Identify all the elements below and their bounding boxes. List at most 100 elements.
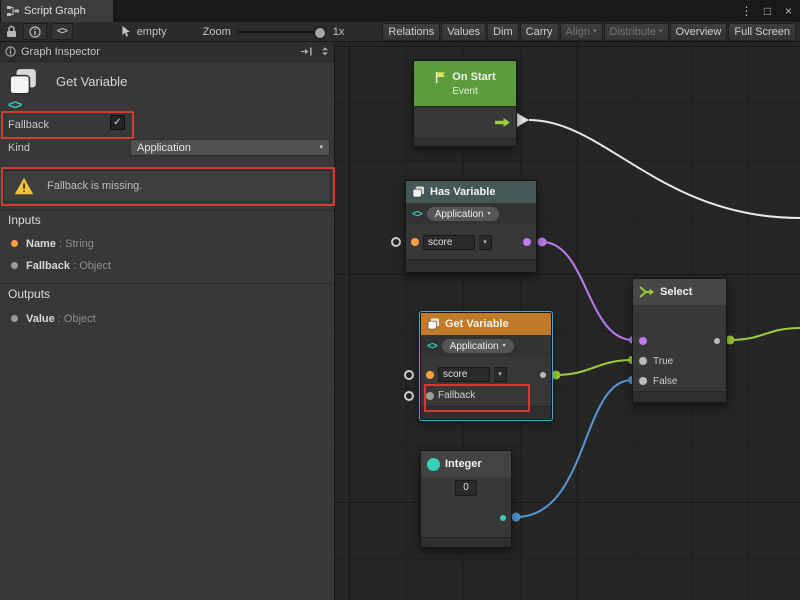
- input-port-row: Fallback : Object: [11, 256, 111, 274]
- carry-button[interactable]: Carry: [520, 23, 559, 41]
- unity-script-graph-window: Script Graph ⋮ □ × <>: [0, 0, 800, 600]
- tab-script-graph[interactable]: Script Graph: [1, 0, 113, 22]
- variable-name-field[interactable]: score: [438, 367, 490, 382]
- name-port-dot[interactable]: [426, 371, 434, 379]
- true-port-dot[interactable]: [639, 357, 647, 365]
- port-type: String: [65, 238, 94, 250]
- integer-output-port[interactable]: [512, 513, 521, 522]
- window-menu-icon[interactable]: ⋮: [739, 4, 754, 18]
- getvariable-fallback-input-ring[interactable]: [405, 392, 413, 400]
- port-type: Object: [64, 313, 96, 325]
- node-port-rows: score ▾ Fallback: [421, 357, 551, 406]
- relations-button[interactable]: Relations: [382, 23, 440, 41]
- distribute-dropdown-button[interactable]: Distribute▾: [604, 23, 669, 41]
- selection-status: empty: [121, 25, 167, 38]
- wire-getvariable-to-select-true[interactable]: [556, 360, 632, 375]
- port-name: Value: [26, 313, 55, 325]
- graph-canvas[interactable]: On Start Event Has Variable <>: [335, 42, 800, 600]
- node-body: [414, 106, 516, 138]
- node-header: Select: [633, 279, 726, 305]
- zoom-slider[interactable]: [238, 26, 326, 38]
- node-port-row: False: [633, 371, 726, 391]
- hasvariable-output-port[interactable]: [538, 238, 547, 247]
- node-integer[interactable]: Integer 0: [420, 450, 512, 548]
- inspect-toggle-button[interactable]: [23, 23, 47, 40]
- hasvariable-name-input-ring[interactable]: [392, 238, 400, 246]
- wire-onstart-out[interactable]: [529, 120, 800, 218]
- select-icon: [639, 286, 655, 298]
- script-graph-icon: [7, 5, 19, 17]
- outputs-section-header: Outputs: [8, 287, 50, 301]
- node-header: Get Variable: [421, 313, 551, 335]
- lock-button[interactable]: [4, 25, 19, 38]
- wire-hasvariable-to-select[interactable]: [542, 242, 633, 340]
- true-port-label: True: [653, 356, 673, 367]
- variable-name-dropdown[interactable]: ▾: [494, 367, 507, 382]
- variable-name-field[interactable]: score: [423, 235, 475, 250]
- selection-port-dot[interactable]: [714, 338, 720, 344]
- name-port-dot[interactable]: [411, 238, 419, 246]
- result-port-dot[interactable]: [523, 238, 531, 246]
- info-icon: [5, 46, 16, 57]
- fallback-port-dot[interactable]: [426, 392, 434, 400]
- graph-toolbar: <> empty Zoom 1x Relations Values Dim Ca…: [0, 22, 800, 42]
- node-title: On Start: [452, 71, 495, 83]
- onstart-trigger-port[interactable]: [517, 113, 529, 127]
- value-port-dot[interactable]: [540, 372, 546, 378]
- lock-icon: [6, 25, 17, 38]
- variable-name-dropdown[interactable]: ▾: [479, 235, 492, 250]
- node-get-variable[interactable]: Get Variable <> Application ▾ score ▾: [420, 312, 552, 420]
- getvariable-value-port[interactable]: [552, 371, 561, 380]
- trigger-arrow-icon: [494, 117, 511, 128]
- variable-node-icon: <>: [8, 68, 48, 112]
- integer-value-field[interactable]: 0: [455, 480, 477, 496]
- node-port-row: score ▾: [421, 364, 551, 385]
- node-body: [421, 499, 511, 537]
- output-port-row: Value : Object: [11, 309, 96, 327]
- variables-stack-icon: [427, 318, 440, 330]
- getvariable-name-input-ring[interactable]: [405, 371, 413, 379]
- node-port-row: True: [633, 351, 726, 371]
- false-port-dot[interactable]: [639, 377, 647, 385]
- chevron-down-icon: ▾: [319, 144, 323, 151]
- fallback-checkbox[interactable]: ✓: [110, 115, 125, 130]
- node-on-start[interactable]: On Start Event: [413, 60, 517, 147]
- node-subtitle: Event: [452, 86, 478, 97]
- align-dropdown-button[interactable]: Align▾: [560, 23, 603, 41]
- zoom-slider-handle[interactable]: [314, 27, 326, 39]
- warning-message-box: Fallback is missing.: [3, 170, 331, 202]
- node-select[interactable]: Select True False: [632, 278, 727, 403]
- values-button[interactable]: Values: [441, 23, 486, 41]
- zoom-control: Zoom 1x: [203, 26, 345, 38]
- expander-arrows-icon[interactable]: [321, 46, 329, 57]
- code-icon: <>: [412, 209, 422, 220]
- code-view-button[interactable]: <>: [51, 23, 73, 40]
- fallback-field-label: Fallback: [8, 119, 49, 131]
- node-footer: [414, 138, 516, 146]
- kind-dropdown[interactable]: Application ▾: [130, 139, 330, 156]
- wire-select-out[interactable]: [730, 328, 800, 340]
- fullscreen-button[interactable]: Full Screen: [728, 23, 796, 41]
- kind-pill-dropdown[interactable]: Application ▾: [442, 339, 514, 353]
- object-port-dot: [11, 315, 18, 322]
- close-icon[interactable]: ×: [781, 4, 796, 18]
- integer-output-dot[interactable]: [500, 515, 506, 521]
- kind-pill-value: Application: [450, 341, 499, 352]
- selection-status-label: empty: [137, 26, 167, 38]
- overview-button[interactable]: Overview: [670, 23, 728, 41]
- kind-pill-dropdown[interactable]: Application ▾: [427, 207, 499, 221]
- dim-button[interactable]: Dim: [487, 23, 519, 41]
- variables-stack-icon: [8, 68, 38, 96]
- node-has-variable[interactable]: Has Variable <> Application ▾ score ▾: [405, 180, 537, 273]
- maximize-icon[interactable]: □: [760, 4, 775, 18]
- port-separator: :: [56, 238, 65, 250]
- condition-port-dot[interactable]: [639, 337, 647, 345]
- node-kind-row: <> Application ▾: [406, 203, 536, 225]
- chevron-down-icon: ▾: [503, 343, 506, 349]
- window-controls: ⋮ □ ×: [739, 0, 796, 22]
- code-icon: <>: [427, 341, 437, 352]
- string-port-dot: [11, 240, 18, 247]
- object-port-dot: [11, 262, 18, 269]
- integer-type-icon: [427, 458, 440, 471]
- dock-right-icon[interactable]: [301, 47, 312, 56]
